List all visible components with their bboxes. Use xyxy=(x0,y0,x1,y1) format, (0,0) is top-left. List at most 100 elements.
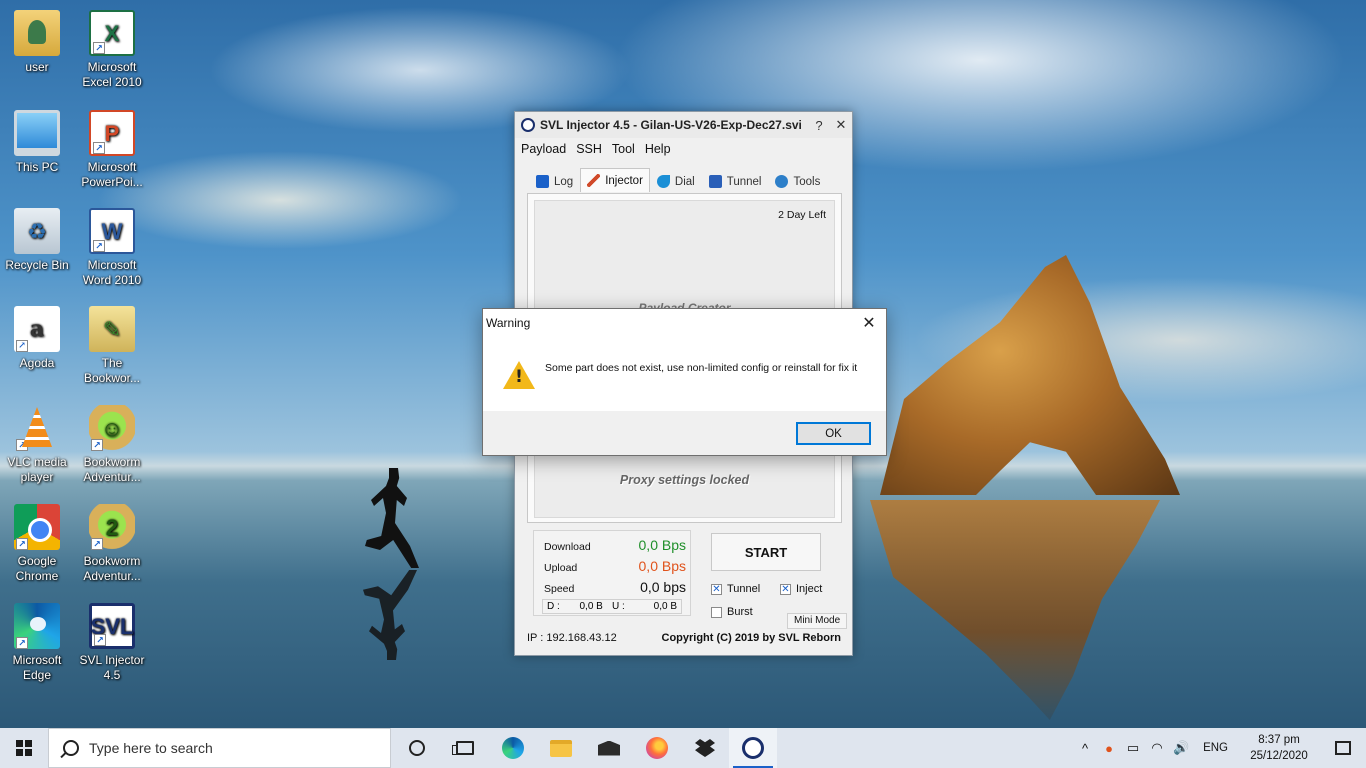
action-center-button[interactable] xyxy=(1320,741,1366,755)
dialog-message: Some part does not exist, use non-limite… xyxy=(545,362,858,374)
bookworm-adventures-icon: ☺ ↗ xyxy=(89,405,135,451)
desktop-icon-excel[interactable]: X ↗ Microsoft Excel 2010 xyxy=(75,10,149,90)
tab-tunnel[interactable]: Tunnel xyxy=(702,170,769,192)
cortana-button[interactable] xyxy=(393,728,441,768)
d-value: 0,0 B xyxy=(579,601,603,612)
desktop-icon-vlc[interactable]: ↗ VLC media player xyxy=(0,405,74,485)
mini-mode-button[interactable]: Mini Mode xyxy=(787,613,848,629)
desktop-icon-bookworm[interactable]: ✎ The Bookwor... xyxy=(75,306,149,386)
desktop-icon-label: user xyxy=(25,60,49,74)
desktop-icon-this-pc[interactable]: This PC xyxy=(0,110,74,175)
svl-injector-icon: SVL ↗ xyxy=(89,603,135,649)
ip-address: IP : 192.168.43.12 xyxy=(527,632,617,644)
desktop-icon-user[interactable]: user xyxy=(0,10,74,75)
tab-dial[interactable]: Dial xyxy=(650,170,702,192)
days-left-label: 2 Day Left xyxy=(778,209,826,221)
volume-icon[interactable]: 🔊 xyxy=(1169,740,1193,756)
taskbar-firefox[interactable] xyxy=(633,728,681,768)
speed-row: Speed 0,0 bps xyxy=(544,579,686,595)
taskbar-dropbox[interactable] xyxy=(681,728,729,768)
tab-log[interactable]: Log xyxy=(529,170,580,192)
desktop-icon-edge[interactable]: ↗ Microsoft Edge xyxy=(0,603,74,683)
taskbar-clock[interactable]: 8:37 pm 25/12/2020 xyxy=(1238,732,1320,764)
upload-value: 0,0 Bps xyxy=(638,558,686,574)
desktop-icon-label: Microsoft PowerPoi... xyxy=(81,160,143,189)
u-value: 0,0 B xyxy=(653,601,677,612)
inject-checkbox[interactable]: ✕ Inject xyxy=(780,583,822,595)
dialog-title: Warning xyxy=(486,316,531,330)
cortana-icon xyxy=(409,740,425,756)
desktop-icon-agoda[interactable]: a ↗ Agoda xyxy=(0,306,74,371)
tunnel-checkbox[interactable]: ✕ Tunnel xyxy=(711,583,760,595)
tab-injector[interactable]: Injector xyxy=(580,168,650,192)
upload-row: Upload 0,0 Bps xyxy=(544,558,686,574)
desktop-icon-bookworm-adventures-2[interactable]: 2 ↗ Bookworm Adventur... xyxy=(75,504,149,584)
checkbox-box: ✕ xyxy=(711,583,722,595)
tray-chevron-icon[interactable]: ^ xyxy=(1073,741,1097,756)
windows-logo-icon xyxy=(16,740,32,756)
computer-icon xyxy=(14,110,60,156)
svl-status-bar: IP : 192.168.43.12 Copyright (C) 2019 by… xyxy=(527,632,841,644)
dialog-title-bar[interactable]: Warning ✕ xyxy=(483,309,886,337)
ok-button[interactable]: OK xyxy=(796,422,871,445)
data-usage-row: D : 0,0 B U : 0,0 B xyxy=(542,599,682,614)
warning-dialog: Warning ✕ Some part does not exist, use … xyxy=(482,308,887,456)
search-placeholder: Type here to search xyxy=(89,740,213,756)
burst-checkbox[interactable]: Burst xyxy=(711,606,753,618)
agoda-icon: a ↗ xyxy=(14,306,60,352)
clock-time: 8:37 pm xyxy=(1258,734,1300,746)
svl-title-bar[interactable]: SVL Injector 4.5 - Gilan-US-V26-Exp-Dec2… xyxy=(515,112,852,138)
menu-help[interactable]: Help xyxy=(645,142,671,156)
chrome-icon: ↗ xyxy=(14,504,60,550)
desktop-icon-label: Agoda xyxy=(19,356,55,370)
mail-icon xyxy=(598,740,620,756)
svl-close-button[interactable]: ✕ xyxy=(830,117,852,133)
start-button-taskbar[interactable] xyxy=(0,728,48,768)
taskbar-file-explorer[interactable] xyxy=(537,728,585,768)
tab-tools[interactable]: Tools xyxy=(768,170,827,192)
desktop-icon-label: Bookworm Adventur... xyxy=(83,455,141,484)
edge-icon xyxy=(502,737,524,759)
language-indicator[interactable]: ENG xyxy=(1193,742,1238,754)
menu-tool[interactable]: Tool xyxy=(612,142,635,156)
battery-icon[interactable]: ▭ xyxy=(1121,740,1145,756)
desktop-icon-label: VLC media player xyxy=(7,455,67,484)
desktop-icon-svl-injector[interactable]: SVL ↗ SVL Injector 4.5 xyxy=(75,603,149,683)
tunnel-icon xyxy=(708,175,722,188)
desktop-icon-chrome[interactable]: ↗ Google Chrome xyxy=(0,504,74,584)
network-icon[interactable]: ◠ xyxy=(1145,740,1169,756)
desktop-icon-label: Microsoft Edge xyxy=(12,653,62,682)
desktop-icon-bookworm-adventures[interactable]: ☺ ↗ Bookworm Adventur... xyxy=(75,405,149,485)
speed-label: Speed xyxy=(544,583,575,595)
menu-ssh[interactable]: SSH xyxy=(576,142,602,156)
dialog-footer: OK xyxy=(483,411,886,455)
tray-app-icon[interactable]: ● xyxy=(1097,741,1121,756)
checkbox-box: ✕ xyxy=(780,583,791,595)
tab-label: Dial xyxy=(674,175,695,188)
desktop-icon-recycle-bin[interactable]: ♻ Recycle Bin xyxy=(0,208,74,273)
system-tray: ^ ● ▭ ◠ 🔊 ENG 8:37 pm 25/12/2020 xyxy=(1073,728,1366,768)
dialog-close-button[interactable]: ✕ xyxy=(852,313,886,333)
tab-label: Injector xyxy=(605,174,643,187)
start-button[interactable]: START xyxy=(711,533,821,571)
user-folder-icon xyxy=(14,10,60,56)
taskbar-search[interactable]: Type here to search xyxy=(48,728,391,768)
task-view-button[interactable] xyxy=(441,728,489,768)
checkbox-label: Inject xyxy=(796,583,823,595)
svl-help-button[interactable]: ? xyxy=(808,118,830,133)
desktop-icon-word[interactable]: W ↗ Microsoft Word 2010 xyxy=(75,208,149,288)
svl-injector-icon xyxy=(742,737,764,759)
recycle-bin-icon: ♻ xyxy=(14,208,60,254)
bookworm-icon: ✎ xyxy=(89,306,135,352)
desktop-icon-powerpoint[interactable]: P ↗ Microsoft PowerPoi... xyxy=(75,110,149,190)
svl-logo-icon xyxy=(521,118,535,132)
copyright-label: Copyright (C) 2019 by SVL Reborn xyxy=(661,632,842,644)
taskbar-edge[interactable] xyxy=(489,728,537,768)
menu-payload[interactable]: Payload xyxy=(521,142,566,156)
taskbar-svl-injector[interactable] xyxy=(729,728,777,768)
taskbar-mail[interactable] xyxy=(585,728,633,768)
word-icon: W ↗ xyxy=(89,208,135,254)
desktop-icon-label: The Bookwor... xyxy=(83,356,141,385)
warning-icon xyxy=(503,361,535,389)
u-label: U : xyxy=(612,601,625,612)
